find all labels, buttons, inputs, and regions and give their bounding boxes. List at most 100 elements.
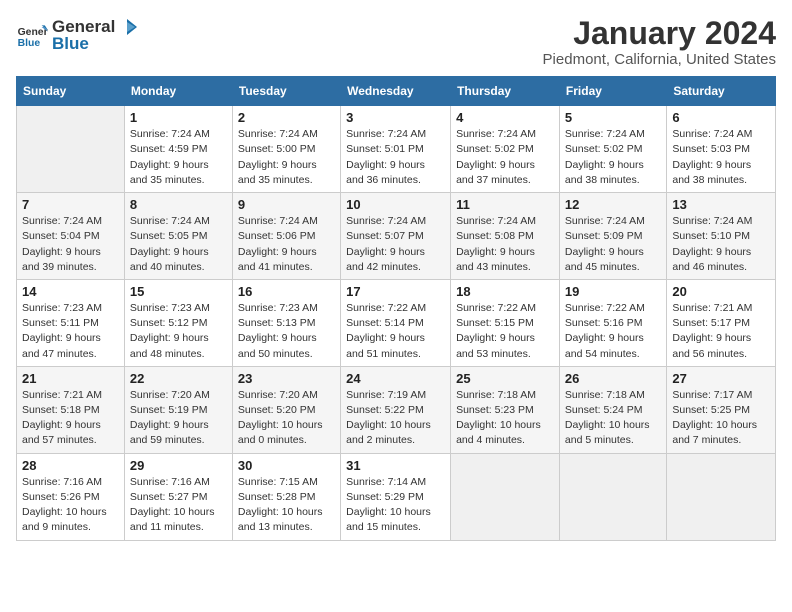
- logo-icon: General Blue: [16, 19, 48, 51]
- header-monday: Monday: [124, 77, 232, 106]
- calendar-cell: 12 Sunrise: 7:24 AMSunset: 5:09 PMDayligh…: [559, 193, 666, 280]
- calendar-cell: 30 Sunrise: 7:15 AMSunset: 5:28 PMDayligh…: [232, 453, 340, 540]
- calendar-subtitle: Piedmont, California, United States: [543, 51, 776, 68]
- day-info: Sunrise: 7:24 AMSunset: 4:59 PMDaylight:…: [130, 127, 227, 188]
- calendar-cell: 1Sunrise: 7:24 AMSunset: 4:59 PMDaylight…: [124, 106, 232, 193]
- calendar-cell: 13 Sunrise: 7:24 AMSunset: 5:10 PMDayligh…: [667, 193, 776, 280]
- day-info: Sunrise: 7:21 AMSunset: 5:18 PMDaylight:…: [22, 388, 119, 449]
- calendar-cell: 19 Sunrise: 7:22 AMSunset: 5:16 PMDayligh…: [559, 279, 666, 366]
- day-info: Sunrise: 7:20 AMSunset: 5:19 PMDaylight:…: [130, 388, 227, 449]
- calendar-cell: 14Sunrise: 7:23 AMSunset: 5:11 PMDayligh…: [17, 279, 125, 366]
- calendar-cell: 21Sunrise: 7:21 AMSunset: 5:18 PMDayligh…: [17, 366, 125, 453]
- day-number: 6: [672, 110, 770, 125]
- calendar-cell: 24Sunrise: 7:19 AMSunset: 5:22 PMDayligh…: [341, 366, 451, 453]
- day-info: Sunrise: 7:22 AMSunset: 5:14 PMDaylight:…: [346, 301, 445, 362]
- week-row-2: 7 Sunrise: 7:24 AMSunset: 5:04 PMDaylight…: [17, 193, 776, 280]
- week-row-1: 1Sunrise: 7:24 AMSunset: 4:59 PMDaylight…: [17, 106, 776, 193]
- day-info: Sunrise: 7:24 AMSunset: 5:08 PMDaylight:…: [456, 214, 554, 275]
- calendar-cell: 27 Sunrise: 7:17 AMSunset: 5:25 PMDayligh…: [667, 366, 776, 453]
- day-info: Sunrise: 7:24 AMSunset: 5:06 PMDaylight:…: [238, 214, 335, 275]
- logo-chevron-icon: [117, 16, 139, 38]
- day-info: Sunrise: 7:15 AMSunset: 5:28 PMDaylight:…: [238, 475, 335, 536]
- day-number: 8: [130, 197, 227, 212]
- day-info: Sunrise: 7:16 AMSunset: 5:27 PMDaylight:…: [130, 475, 227, 536]
- calendar-cell: 6 Sunrise: 7:24 AMSunset: 5:03 PMDaylight…: [667, 106, 776, 193]
- calendar-cell: 15 Sunrise: 7:23 AMSunset: 5:12 PMDayligh…: [124, 279, 232, 366]
- calendar-table: SundayMondayTuesdayWednesdayThursdayFrid…: [16, 76, 776, 540]
- calendar-cell: 16 Sunrise: 7:23 AMSunset: 5:13 PMDayligh…: [232, 279, 340, 366]
- day-number: 25: [456, 371, 554, 386]
- calendar-cell: 4Sunrise: 7:24 AMSunset: 5:02 PMDaylight…: [451, 106, 560, 193]
- week-row-5: 28 Sunrise: 7:16 AMSunset: 5:26 PMDayligh…: [17, 453, 776, 540]
- calendar-cell: 23 Sunrise: 7:20 AMSunset: 5:20 PMDayligh…: [232, 366, 340, 453]
- calendar-cell: 8 Sunrise: 7:24 AMSunset: 5:05 PMDaylight…: [124, 193, 232, 280]
- calendar-cell: 10 Sunrise: 7:24 AMSunset: 5:07 PMDayligh…: [341, 193, 451, 280]
- day-number: 31: [346, 458, 445, 473]
- day-number: 9: [238, 197, 335, 212]
- calendar-cell: 3 Sunrise: 7:24 AMSunset: 5:01 PMDaylight…: [341, 106, 451, 193]
- day-info: Sunrise: 7:18 AMSunset: 5:23 PMDaylight:…: [456, 388, 554, 449]
- day-number: 2: [238, 110, 335, 125]
- calendar-cell: 31 Sunrise: 7:14 AMSunset: 5:29 PMDayligh…: [341, 453, 451, 540]
- calendar-cell: [451, 453, 560, 540]
- calendar-cell: 29Sunrise: 7:16 AMSunset: 5:27 PMDayligh…: [124, 453, 232, 540]
- day-info: Sunrise: 7:18 AMSunset: 5:24 PMDaylight:…: [565, 388, 661, 449]
- day-info: Sunrise: 7:24 AMSunset: 5:07 PMDaylight:…: [346, 214, 445, 275]
- day-info: Sunrise: 7:16 AMSunset: 5:26 PMDaylight:…: [22, 475, 119, 536]
- calendar-cell: 2Sunrise: 7:24 AMSunset: 5:00 PMDaylight…: [232, 106, 340, 193]
- day-number: 16: [238, 284, 335, 299]
- week-row-4: 21Sunrise: 7:21 AMSunset: 5:18 PMDayligh…: [17, 366, 776, 453]
- calendar-header-row: SundayMondayTuesdayWednesdayThursdayFrid…: [17, 77, 776, 106]
- day-number: 22: [130, 371, 227, 386]
- page-header: General Blue General Blue January 2024 P…: [16, 16, 776, 68]
- calendar-cell: 22 Sunrise: 7:20 AMSunset: 5:19 PMDayligh…: [124, 366, 232, 453]
- logo: General Blue General Blue: [16, 16, 139, 54]
- calendar-cell: 17 Sunrise: 7:22 AMSunset: 5:14 PMDayligh…: [341, 279, 451, 366]
- day-info: Sunrise: 7:17 AMSunset: 5:25 PMDaylight:…: [672, 388, 770, 449]
- day-info: Sunrise: 7:21 AMSunset: 5:17 PMDaylight:…: [672, 301, 770, 362]
- day-info: Sunrise: 7:24 AMSunset: 5:01 PMDaylight:…: [346, 127, 445, 188]
- calendar-cell: 9 Sunrise: 7:24 AMSunset: 5:06 PMDaylight…: [232, 193, 340, 280]
- day-number: 23: [238, 371, 335, 386]
- day-number: 26: [565, 371, 661, 386]
- day-info: Sunrise: 7:24 AMSunset: 5:10 PMDaylight:…: [672, 214, 770, 275]
- day-info: Sunrise: 7:22 AMSunset: 5:16 PMDaylight:…: [565, 301, 661, 362]
- day-number: 4: [456, 110, 554, 125]
- day-info: Sunrise: 7:14 AMSunset: 5:29 PMDaylight:…: [346, 475, 445, 536]
- calendar-cell: 11Sunrise: 7:24 AMSunset: 5:08 PMDayligh…: [451, 193, 560, 280]
- calendar-title: January 2024: [543, 16, 776, 51]
- day-info: Sunrise: 7:20 AMSunset: 5:20 PMDaylight:…: [238, 388, 335, 449]
- day-number: 28: [22, 458, 119, 473]
- day-number: 10: [346, 197, 445, 212]
- day-number: 27: [672, 371, 770, 386]
- svg-text:Blue: Blue: [18, 38, 41, 49]
- day-info: Sunrise: 7:24 AMSunset: 5:04 PMDaylight:…: [22, 214, 119, 275]
- day-number: 24: [346, 371, 445, 386]
- day-info: Sunrise: 7:24 AMSunset: 5:03 PMDaylight:…: [672, 127, 770, 188]
- calendar-cell: 25 Sunrise: 7:18 AMSunset: 5:23 PMDayligh…: [451, 366, 560, 453]
- day-number: 13: [672, 197, 770, 212]
- header-tuesday: Tuesday: [232, 77, 340, 106]
- day-number: 7: [22, 197, 119, 212]
- day-number: 15: [130, 284, 227, 299]
- header-friday: Friday: [559, 77, 666, 106]
- calendar-cell: 18Sunrise: 7:22 AMSunset: 5:15 PMDayligh…: [451, 279, 560, 366]
- day-info: Sunrise: 7:23 AMSunset: 5:12 PMDaylight:…: [130, 301, 227, 362]
- header-thursday: Thursday: [451, 77, 560, 106]
- day-number: 18: [456, 284, 554, 299]
- calendar-cell: 5Sunrise: 7:24 AMSunset: 5:02 PMDaylight…: [559, 106, 666, 193]
- day-info: Sunrise: 7:23 AMSunset: 5:11 PMDaylight:…: [22, 301, 119, 362]
- day-number: 3: [346, 110, 445, 125]
- svg-text:General: General: [18, 27, 48, 38]
- header-wednesday: Wednesday: [341, 77, 451, 106]
- day-info: Sunrise: 7:23 AMSunset: 5:13 PMDaylight:…: [238, 301, 335, 362]
- day-info: Sunrise: 7:24 AMSunset: 5:09 PMDaylight:…: [565, 214, 661, 275]
- day-number: 12: [565, 197, 661, 212]
- day-number: 19: [565, 284, 661, 299]
- title-block: January 2024 Piedmont, California, Unite…: [543, 16, 776, 68]
- day-number: 17: [346, 284, 445, 299]
- day-number: 30: [238, 458, 335, 473]
- calendar-cell: 26 Sunrise: 7:18 AMSunset: 5:24 PMDayligh…: [559, 366, 666, 453]
- week-row-3: 14Sunrise: 7:23 AMSunset: 5:11 PMDayligh…: [17, 279, 776, 366]
- day-info: Sunrise: 7:24 AMSunset: 5:05 PMDaylight:…: [130, 214, 227, 275]
